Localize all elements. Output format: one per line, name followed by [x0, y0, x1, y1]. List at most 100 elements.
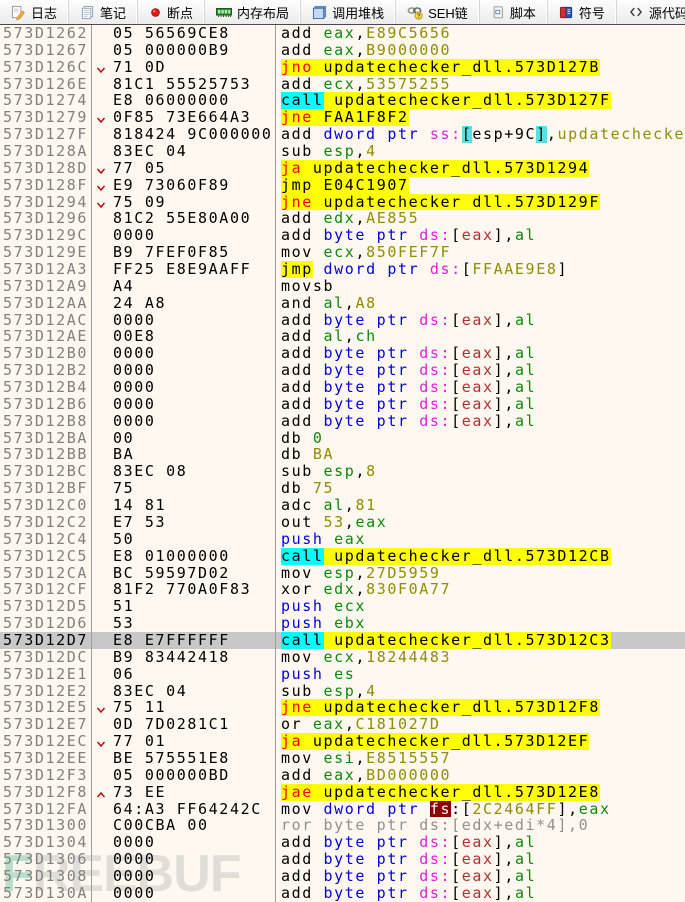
bytes-cell[interactable]: 83EC 04 [92, 143, 276, 160]
disasm-row[interactable]: 573D12E106push es [0, 666, 685, 683]
address-cell[interactable]: 573D12B6 [0, 396, 92, 413]
address-cell[interactable]: 573D12AE [0, 328, 92, 345]
bytes-cell[interactable]: 81F2 770A0F83 [92, 581, 276, 598]
address-cell[interactable]: 573D128F [0, 177, 92, 194]
instruction-cell[interactable]: add dword ptr ss:[esp+9C],updatechecker_… [276, 126, 685, 143]
address-cell[interactable]: 573D12AC [0, 312, 92, 329]
bytes-cell[interactable]: BE 575551E8 [92, 750, 276, 767]
address-cell[interactable]: 573D12A3 [0, 261, 92, 278]
bytes-cell[interactable]: 0000 [92, 413, 276, 430]
address-cell[interactable]: 573D129E [0, 244, 92, 261]
bytes-cell[interactable]: 53 [92, 615, 276, 632]
instruction-cell[interactable]: ja updatechecker_dll.573D1294 [276, 160, 685, 177]
instruction-cell[interactable]: push eax [276, 531, 685, 548]
bytes-cell[interactable]: 0F85 73E664A3 [92, 109, 276, 126]
disasm-row[interactable]: 573D12E70D 7D0281C1or eax,C181027D [0, 716, 685, 733]
disasm-row[interactable]: 573D12CABC 59597D02mov esp,27D5959 [0, 565, 685, 582]
instruction-cell[interactable]: db 75 [276, 480, 685, 497]
address-cell[interactable]: 573D128D [0, 160, 92, 177]
disasm-row[interactable]: 573D12AE00E8add al,ch [0, 328, 685, 345]
bytes-cell[interactable]: B9 7FEF0F85 [92, 244, 276, 261]
address-cell[interactable]: 573D12C0 [0, 497, 92, 514]
disasm-row[interactable]: 573D12B40000add byte ptr ds:[eax],al [0, 379, 685, 396]
address-cell[interactable]: 573D12CA [0, 565, 92, 582]
disasm-row-selected[interactable]: 573D12D7E8 E7FFFFFFcall updatechecker_dl… [0, 632, 685, 649]
address-cell[interactable]: 573D12E7 [0, 716, 92, 733]
disasm-row[interactable]: 573D13040000add byte ptr ds:[eax],al [0, 834, 685, 851]
instruction-cell[interactable]: mov ecx,850FEF7F [276, 244, 685, 261]
instruction-cell[interactable]: add eax,BD000000 [276, 767, 685, 784]
disasm-row[interactable]: 573D12D653push ebx [0, 615, 685, 632]
address-cell[interactable]: 573D12AA [0, 295, 92, 312]
disasm-row[interactable]: 573D1274E8 06000000call updatechecker_dl… [0, 92, 685, 109]
bytes-cell[interactable]: 51 [92, 598, 276, 615]
address-cell[interactable]: 573D12BF [0, 480, 92, 497]
instruction-cell[interactable]: adc al,81 [276, 497, 685, 514]
disasm-row[interactable]: 573D129EB9 7FEF0F85mov ecx,850FEF7F [0, 244, 685, 261]
instruction-cell[interactable]: call updatechecker_dll.573D12C3 [276, 632, 685, 649]
instruction-cell[interactable]: db BA [276, 446, 685, 463]
instruction-cell[interactable]: add eax,B9000000 [276, 42, 685, 59]
bytes-cell[interactable]: 05 56569CE8 [92, 25, 276, 42]
address-cell[interactable]: 573D12EC [0, 733, 92, 750]
disasm-row[interactable]: 573D12C2E7 53out 53,eax [0, 514, 685, 531]
bytes-cell[interactable]: 64:A3 FF64242C [92, 801, 276, 818]
bytes-cell[interactable]: A4 [92, 278, 276, 295]
disasm-row[interactable]: 573D12A3FF25 E8E9AAFFjmp dword ptr ds:[F… [0, 261, 685, 278]
bytes-cell[interactable]: 0000 [92, 851, 276, 868]
address-cell[interactable]: 573D12BC [0, 463, 92, 480]
address-cell[interactable]: 573D126E [0, 76, 92, 93]
disasm-row[interactable]: 573D129C0000add byte ptr ds:[eax],al [0, 227, 685, 244]
bytes-cell[interactable]: BC 59597D02 [92, 565, 276, 582]
tab-script[interactable]: 脚本 [480, 0, 548, 24]
instruction-cell[interactable]: jmp E04C1907 [276, 177, 685, 194]
instruction-cell[interactable]: jne updatechecker_dll.573D129F [276, 194, 685, 211]
instruction-cell[interactable]: mov esp,27D5959 [276, 565, 685, 582]
disasm-row[interactable]: 573D12B80000add byte ptr ds:[eax],al [0, 413, 685, 430]
disasm-row[interactable]: 573D12F305 000000BDadd eax,BD000000 [0, 767, 685, 784]
bytes-cell[interactable]: FF25 E8E9AAFF [92, 261, 276, 278]
bytes-cell[interactable]: 0D 7D0281C1 [92, 716, 276, 733]
instruction-cell[interactable]: add byte ptr ds:[eax],al [276, 851, 685, 868]
disasm-row[interactable]: 573D129475 09jne updatechecker_dll.573D1… [0, 194, 685, 211]
bytes-cell[interactable]: B9 83442418 [92, 649, 276, 666]
instruction-cell[interactable]: or eax,C181027D [276, 716, 685, 733]
address-cell[interactable]: 573D12D7 [0, 632, 92, 649]
disasm-row[interactable]: 573D12C5E8 01000000call updatechecker_dl… [0, 548, 685, 565]
bytes-cell[interactable]: 0000 [92, 885, 276, 902]
disasm-row[interactable]: 573D12E283EC 04sub esp,4 [0, 683, 685, 700]
disasm-row[interactable]: 573D12A9A4movsb [0, 278, 685, 295]
bytes-cell[interactable]: 75 [92, 480, 276, 497]
instruction-cell[interactable]: jne updatechecker_dll.573D12F8 [276, 699, 685, 716]
address-cell[interactable]: 573D12F3 [0, 767, 92, 784]
disasm-row[interactable]: 573D12EC77 01ja updatechecker_dll.573D12… [0, 733, 685, 750]
address-cell[interactable]: 573D12E2 [0, 683, 92, 700]
bytes-cell[interactable]: 50 [92, 531, 276, 548]
disasm-row[interactable]: 573D12AA24 A8and al,A8 [0, 295, 685, 312]
address-cell[interactable]: 573D12B0 [0, 345, 92, 362]
bytes-cell[interactable]: 0000 [92, 868, 276, 885]
instruction-cell[interactable]: add byte ptr ds:[eax],al [276, 312, 685, 329]
address-cell[interactable]: 573D12DC [0, 649, 92, 666]
address-cell[interactable]: 573D1274 [0, 92, 92, 109]
instruction-cell[interactable]: mov ecx,18244483 [276, 649, 685, 666]
instruction-cell[interactable]: add byte ptr ds:[eax],al [276, 227, 685, 244]
disasm-row[interactable]: 573D12B00000add byte ptr ds:[eax],al [0, 345, 685, 362]
address-cell[interactable]: 573D1304 [0, 834, 92, 851]
bytes-cell[interactable]: 0000 [92, 227, 276, 244]
bytes-cell[interactable]: 81C1 55525753 [92, 76, 276, 93]
instruction-cell[interactable]: add al,ch [276, 328, 685, 345]
instruction-cell[interactable]: add byte ptr ds:[eax],al [276, 868, 685, 885]
address-cell[interactable]: 573D1300 [0, 817, 92, 834]
tab-memory-map[interactable]: 内存布局 [205, 0, 301, 24]
bytes-cell[interactable]: 05 000000BD [92, 767, 276, 784]
address-cell[interactable]: 573D12A9 [0, 278, 92, 295]
instruction-cell[interactable]: out 53,eax [276, 514, 685, 531]
address-cell[interactable]: 573D12F8 [0, 784, 92, 801]
disasm-row[interactable]: 573D128FE9 73060F89jmp E04C1907 [0, 177, 685, 194]
disasm-row[interactable]: 573D12CF81F2 770A0F83xor edx,830F0A77 [0, 581, 685, 598]
address-cell[interactable]: 573D127F [0, 126, 92, 143]
address-cell[interactable]: 573D12EE [0, 750, 92, 767]
address-cell[interactable]: 573D12FA [0, 801, 92, 818]
bytes-cell[interactable]: 0000 [92, 396, 276, 413]
